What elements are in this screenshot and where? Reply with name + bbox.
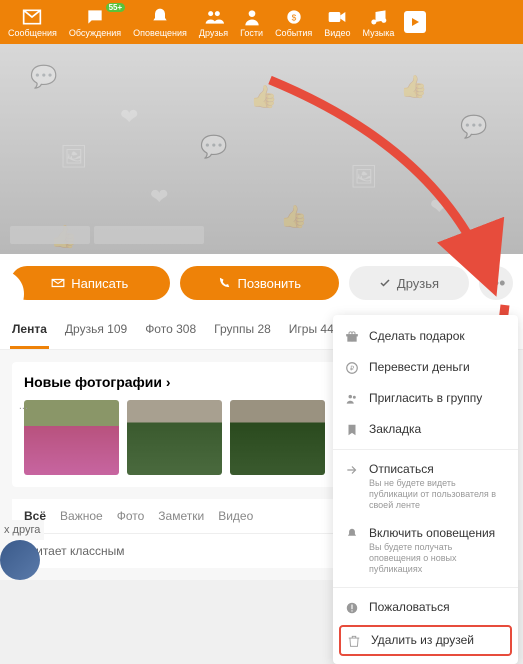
- nav-video[interactable]: Видео: [318, 5, 356, 40]
- nav-label: Обсуждения: [69, 28, 121, 38]
- photo-thumbnail[interactable]: [24, 400, 119, 475]
- group-icon: [345, 392, 359, 406]
- friend-avatar[interactable]: [0, 540, 40, 580]
- phone-icon: [217, 276, 231, 290]
- filter-important[interactable]: Важное: [60, 509, 103, 523]
- chat-icon: [85, 7, 105, 27]
- dd-label: Закладка: [369, 422, 506, 436]
- dd-bookmark[interactable]: Закладка: [333, 414, 518, 445]
- top-navigation: Сообщения 55+ Обсуждения Оповещения Друз…: [0, 0, 523, 44]
- dd-complain[interactable]: Пожаловаться: [333, 592, 518, 623]
- dd-separator: [333, 587, 518, 588]
- filter-photo[interactable]: Фото: [117, 509, 145, 523]
- warning-icon: [345, 601, 359, 615]
- dd-label: Пригласить в группу: [369, 391, 506, 405]
- nav-label: События: [275, 28, 312, 38]
- mail-icon: [51, 276, 65, 290]
- tab-games[interactable]: Игры 44: [287, 312, 336, 349]
- events-icon: $: [284, 7, 304, 27]
- nav-label: Сообщения: [8, 28, 57, 38]
- filter-video[interactable]: Видео: [218, 509, 253, 523]
- left-ellipsis: ...: [0, 400, 28, 412]
- nav-label: Гости: [240, 28, 263, 38]
- badge: 55+: [106, 3, 126, 12]
- dd-sublabel: Вы будете получать оповещения о новых пу…: [369, 542, 506, 574]
- bookmark-icon: [345, 423, 359, 437]
- dd-label: Отписаться: [369, 462, 506, 476]
- tab-photos[interactable]: Фото 308: [143, 312, 198, 349]
- mutual-friends-label: х друга: [0, 520, 44, 540]
- annotation-arrow: [260, 70, 520, 305]
- dd-sublabel: Вы не будете видеть публикации от пользо…: [369, 478, 506, 510]
- dd-invite[interactable]: Пригласить в группу: [333, 383, 518, 414]
- nav-guests[interactable]: Гости: [234, 5, 269, 40]
- unsubscribe-icon: [345, 463, 359, 477]
- dd-label: Пожаловаться: [369, 600, 506, 614]
- nav-music[interactable]: Музыка: [357, 5, 401, 40]
- button-label: Написать: [71, 276, 128, 291]
- write-button[interactable]: Написать: [10, 266, 170, 300]
- dd-label: Удалить из друзей: [371, 633, 504, 647]
- dd-money[interactable]: ₽ Перевести деньги: [333, 352, 518, 383]
- svg-text:$: $: [291, 12, 296, 22]
- bell-icon: [150, 7, 170, 27]
- more-dropdown: Сделать подарок ₽ Перевести деньги Пригл…: [333, 315, 518, 664]
- svg-text:₽: ₽: [350, 365, 354, 372]
- dd-label: Включить оповещения: [369, 526, 506, 540]
- trash-icon: [347, 634, 361, 648]
- nav-discussions[interactable]: 55+ Обсуждения: [63, 5, 127, 40]
- filter-notes[interactable]: Заметки: [158, 509, 204, 523]
- money-icon: ₽: [345, 361, 359, 375]
- guest-icon: [242, 7, 262, 27]
- nav-friends[interactable]: Друзья: [193, 5, 234, 40]
- photo-thumbnail[interactable]: [230, 400, 325, 475]
- play-icon: [409, 16, 421, 28]
- dd-gift[interactable]: Сделать подарок: [333, 321, 518, 352]
- dd-separator: [333, 449, 518, 450]
- dd-label: Сделать подарок: [369, 329, 506, 343]
- bell-icon: [345, 527, 359, 541]
- dd-notify[interactable]: Включить оповещения Вы будете получать о…: [333, 518, 518, 582]
- nav-messages[interactable]: Сообщения: [2, 5, 63, 40]
- people-icon: [204, 7, 224, 27]
- tab-feed[interactable]: Лента: [10, 312, 49, 349]
- photo-thumbnail[interactable]: [127, 400, 222, 475]
- profile-name: [10, 226, 204, 244]
- dd-remove-friend[interactable]: Удалить из друзей: [339, 625, 512, 656]
- tab-friends[interactable]: Друзья 109: [63, 312, 129, 349]
- nav-label: Музыка: [363, 28, 395, 38]
- nav-label: Друзья: [199, 28, 228, 38]
- nav-notifications[interactable]: Оповещения: [127, 5, 193, 40]
- video-icon: [327, 7, 347, 27]
- nav-label: Оповещения: [133, 28, 187, 38]
- dd-label: Перевести деньги: [369, 360, 506, 374]
- nav-label: Видео: [324, 28, 350, 38]
- nav-events[interactable]: $ События: [269, 5, 318, 40]
- mail-icon: [22, 7, 42, 27]
- dd-unsubscribe[interactable]: Отписаться Вы не будете видеть публикаци…: [333, 454, 518, 518]
- gift-icon: [345, 330, 359, 344]
- music-icon: [368, 7, 388, 27]
- play-button[interactable]: [404, 11, 426, 33]
- tab-groups[interactable]: Группы 28: [212, 312, 273, 349]
